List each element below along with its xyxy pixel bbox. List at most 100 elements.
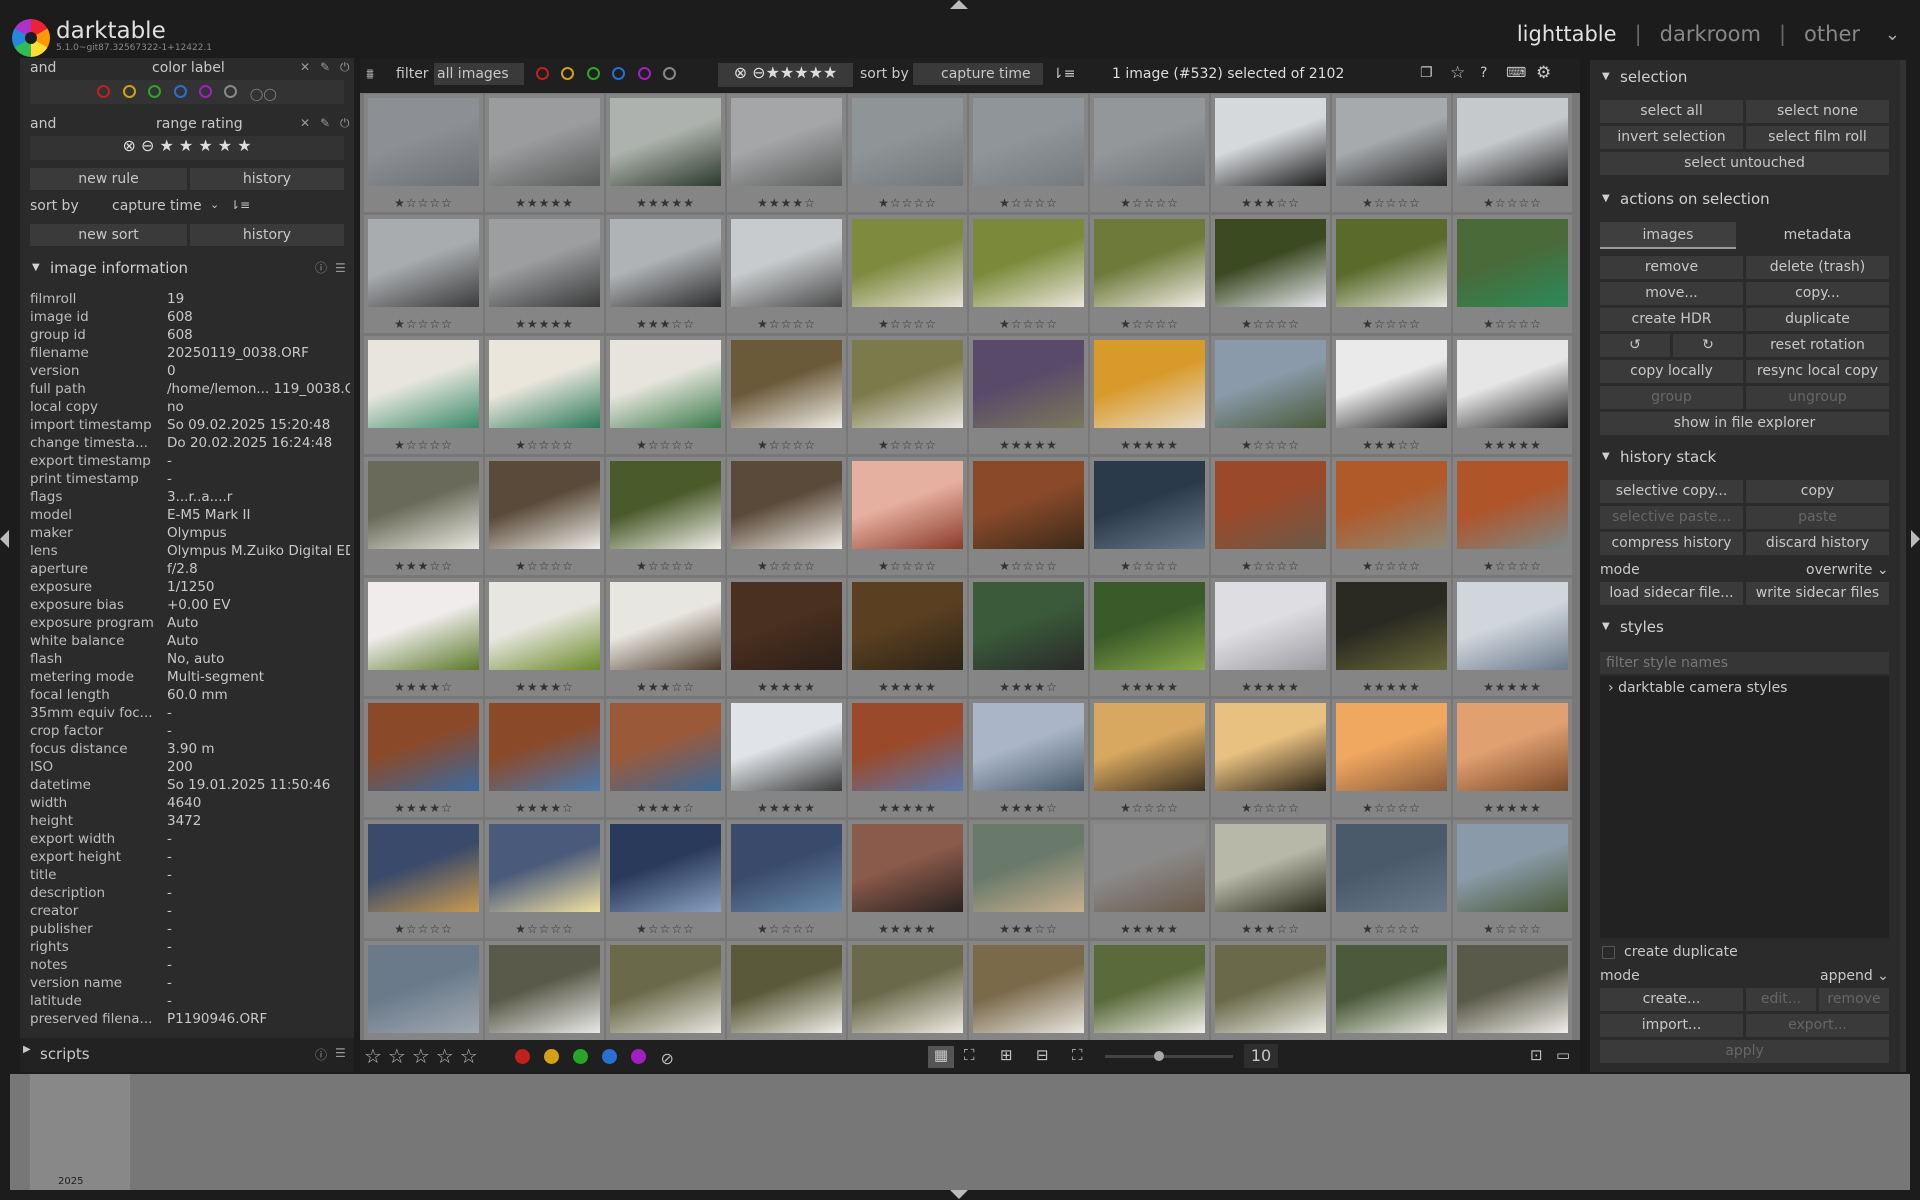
thumbnail-image[interactable] <box>973 703 1084 791</box>
color-label-filter[interactable]: ◯◯ <box>30 80 344 104</box>
thumbnail[interactable]: ★☆☆☆☆ <box>727 820 846 938</box>
thumbnail-image[interactable] <box>1457 945 1568 1033</box>
thumbnail-image[interactable] <box>489 340 600 428</box>
thumbnail-image[interactable] <box>731 98 842 186</box>
create-hdr-button[interactable]: create HDR <box>1600 308 1743 331</box>
thumbnail[interactable]: ★☆☆☆☆ <box>485 457 604 575</box>
sort-value[interactable]: capture time <box>112 198 202 214</box>
collapse-right-icon[interactable] <box>1911 530 1920 548</box>
thumbnail-image[interactable] <box>731 703 842 791</box>
thumbnail[interactable]: ☆☆☆☆☆ <box>606 941 725 1040</box>
style-filter-input[interactable]: filter style names <box>1600 652 1889 674</box>
styles-mode-select[interactable]: append ⌄ <box>1820 968 1889 984</box>
thumbnail[interactable]: ★☆☆☆☆ <box>969 215 1088 333</box>
styles-module-header[interactable]: ▼ styles <box>1590 612 1900 642</box>
thumbnail[interactable]: ★☆☆☆☆ <box>606 820 725 938</box>
thumbnail-stars[interactable]: ★☆☆☆☆ <box>1332 559 1451 573</box>
new-sort-button[interactable]: new sort <box>30 224 187 246</box>
preview-layout-icon[interactable]: ⛶ <box>1072 1046 1083 1064</box>
thumbnail-image[interactable] <box>973 340 1084 428</box>
thumbnail-stars[interactable]: ★★★★☆ <box>606 801 725 815</box>
thumbnail-image[interactable] <box>1094 824 1205 912</box>
thumbnail[interactable]: ★★★★★ <box>727 578 846 696</box>
thumbnail-stars[interactable]: ★★★★★ <box>727 801 846 815</box>
compare-layout-icon[interactable]: ⊞ <box>1000 1046 1013 1064</box>
thumbnail[interactable]: ★☆☆☆☆ <box>364 336 483 454</box>
thumbnail-stars[interactable]: ★☆☆☆☆ <box>485 922 604 936</box>
thumbnail-image[interactable] <box>368 98 479 186</box>
create-duplicate-checkbox[interactable] <box>1602 946 1615 959</box>
write-sidecar-button[interactable]: write sidecar files <box>1746 582 1889 605</box>
create-style-button[interactable]: create... <box>1600 988 1743 1011</box>
thumbnail[interactable]: ★★★★★ <box>727 699 846 817</box>
thumbnail[interactable]: ★☆☆☆☆ <box>1332 699 1451 817</box>
thumbnail-stars[interactable]: ★☆☆☆☆ <box>1211 559 1330 573</box>
thumbnail-stars[interactable]: ★☆☆☆☆ <box>606 438 725 452</box>
discard-history-button[interactable]: discard history <box>1746 532 1889 555</box>
thumbnail-stars[interactable]: ★☆☆☆☆ <box>364 438 483 452</box>
thumbnail-stars[interactable]: ★☆☆☆☆ <box>1090 559 1209 573</box>
thumbnail[interactable]: ★★★☆☆ <box>606 578 725 696</box>
thumbnail-image[interactable] <box>610 98 721 186</box>
remove-button[interactable]: remove <box>1600 256 1743 279</box>
select-film-roll-button[interactable]: select film roll <box>1746 126 1889 149</box>
thumbnail[interactable]: ★★★★★ <box>1453 699 1572 817</box>
zoom-slider-handle[interactable] <box>1154 1051 1164 1061</box>
thumbnail-image[interactable] <box>1094 582 1205 670</box>
thumbnail-image[interactable] <box>731 219 842 307</box>
thumbnail-image[interactable] <box>1336 98 1447 186</box>
thumbnail-stars[interactable]: ★☆☆☆☆ <box>727 317 846 331</box>
thumbnail[interactable]: ★☆☆☆☆ <box>1090 215 1209 333</box>
thumbnail-image[interactable] <box>1336 945 1447 1033</box>
thumbnail-image[interactable] <box>1215 219 1326 307</box>
thumbnail-image[interactable] <box>1336 703 1447 791</box>
compress-history-button[interactable]: compress history <box>1600 532 1743 555</box>
thumbnail-stars[interactable]: ★☆☆☆☆ <box>1332 196 1451 210</box>
thumbnail-stars[interactable]: ★★★☆☆ <box>969 922 1088 936</box>
thumbnail-stars[interactable]: ★★★★☆ <box>485 801 604 815</box>
thumbnail-image[interactable] <box>973 945 1084 1033</box>
close-icon[interactable]: ✕ <box>300 60 310 74</box>
thumbnail-image[interactable] <box>489 945 600 1033</box>
thumbnail-stars[interactable]: ★☆☆☆☆ <box>1211 438 1330 452</box>
thumbnail-image[interactable] <box>852 98 963 186</box>
selection-module-header[interactable]: ▼ selection <box>1590 62 1900 92</box>
thumbnail-image[interactable] <box>731 945 842 1033</box>
thumbnail-image[interactable] <box>731 824 842 912</box>
thumbnail[interactable]: ★★★★★ <box>1453 336 1572 454</box>
thumbnail-stars[interactable]: ★☆☆☆☆ <box>1090 317 1209 331</box>
thumbnail-stars[interactable]: ★☆☆☆☆ <box>727 438 846 452</box>
reset-icon[interactable]: ⓘ <box>315 1046 327 1063</box>
and-or-icon[interactable]: ◯◯ <box>250 87 277 101</box>
thumbnail[interactable]: ★★★☆☆ <box>1332 336 1451 454</box>
thumbnail-image[interactable] <box>731 461 842 549</box>
select-all-button[interactable]: select all <box>1600 100 1743 123</box>
load-sidecar-button[interactable]: load sidecar file... <box>1600 582 1743 605</box>
delete-trash-button[interactable]: delete (trash) <box>1746 256 1889 279</box>
thumbnail-stars[interactable]: ★☆☆☆☆ <box>1453 196 1572 210</box>
thumbnail[interactable]: ★☆☆☆☆ <box>364 94 483 212</box>
thumbnail[interactable]: ★☆☆☆☆ <box>1211 457 1330 575</box>
thumbnail-image[interactable] <box>731 582 842 670</box>
thumbnail-image[interactable] <box>852 219 963 307</box>
actions-module-header[interactable]: ▼ actions on selection <box>1590 184 1900 214</box>
thumbnail-stars[interactable]: ★☆☆☆☆ <box>364 196 483 210</box>
thumbnail[interactable]: ★★★★★ <box>1332 578 1451 696</box>
sort-order-icon[interactable]: ⇂≡ <box>1052 66 1075 82</box>
thumbnail-image[interactable] <box>610 703 721 791</box>
thumbnail[interactable]: ☆☆☆☆☆ <box>1211 941 1330 1040</box>
reset-rotation-button[interactable]: reset rotation <box>1746 334 1889 357</box>
thumbnail-image[interactable] <box>368 824 479 912</box>
thumbnail[interactable]: ★☆☆☆☆ <box>848 336 967 454</box>
keyboard-icon[interactable]: ⌨ <box>1506 65 1526 81</box>
star-rating-buttons[interactable]: ☆☆☆☆☆ <box>364 1044 484 1068</box>
duplicate-button[interactable]: duplicate <box>1746 308 1889 331</box>
thumbnail[interactable]: ☆☆☆☆☆ <box>1453 941 1572 1040</box>
new-rule-button[interactable]: new rule <box>30 168 187 190</box>
filter-select[interactable]: all images ⌄ <box>434 63 524 104</box>
thumbnail-stars[interactable]: ★★★★★ <box>1332 680 1451 694</box>
thumbnail[interactable]: ★☆☆☆☆ <box>1211 699 1330 817</box>
thumbnail-image[interactable] <box>1094 98 1205 186</box>
thumbnail-stars[interactable]: ★☆☆☆☆ <box>364 317 483 331</box>
pin-icon[interactable]: ✎ <box>320 116 330 130</box>
